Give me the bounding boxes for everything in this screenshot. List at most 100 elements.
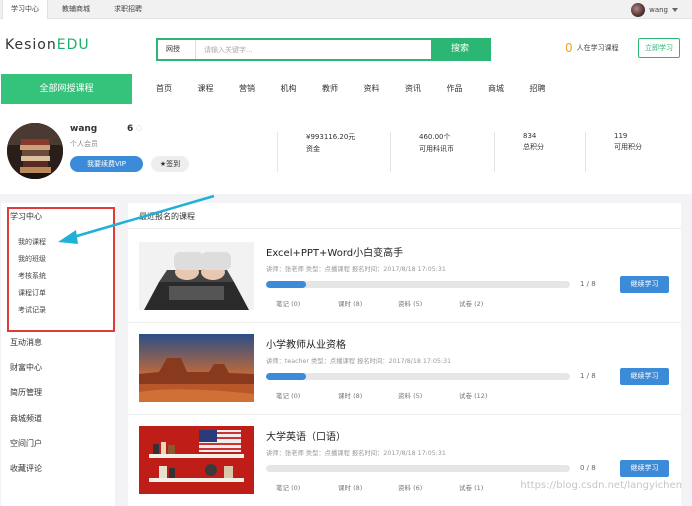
search-bar: 网授 搜索 xyxy=(156,38,491,61)
logo-text-a: Kesion xyxy=(5,37,57,53)
sidebar-item-resume[interactable]: 简历管理 xyxy=(10,387,42,398)
nav-item-mall[interactable]: 商城 xyxy=(488,74,530,104)
nav-item-news[interactable]: 资讯 xyxy=(405,74,447,104)
tab-jobs[interactable]: 求职招聘 xyxy=(106,0,150,19)
nav-item-teachers[interactable]: 教师 xyxy=(322,74,364,104)
profile-number: 6 xyxy=(127,124,134,134)
course-meta: 讲师：张老师 类型：点播课程 报名时间：2017/8/18 17:05:31 xyxy=(266,266,446,273)
course-item: Excel+PPT+Word小白变高手 讲师：张老师 类型：点播课程 报名时间：… xyxy=(128,231,681,323)
stat-label: 资金 xyxy=(306,145,320,153)
stat-usable-points: 119 可用积分 xyxy=(585,132,642,172)
nav-item-materials[interactable]: 资料 xyxy=(364,74,406,104)
course-links: 笔记 (0) 课时 (8) 资料 (5) 试卷 (12) xyxy=(276,390,487,400)
course-title[interactable]: 小学教师从业资格 xyxy=(266,336,346,351)
learn-now-button[interactable]: 立即学习 xyxy=(638,38,680,58)
course-image-desert xyxy=(139,334,254,402)
course-thumbnail[interactable] xyxy=(139,242,254,310)
lessons-link[interactable]: 课时 (8) xyxy=(338,482,398,492)
course-links: 笔记 (0) 课时 (8) 资料 (6) 试卷 (1) xyxy=(276,482,483,492)
annotation-highlight-box xyxy=(7,207,115,332)
sidebar-item-messages[interactable]: 互动消息 xyxy=(10,337,42,348)
stat-value: 119 xyxy=(614,132,628,140)
user-menu[interactable]: wang xyxy=(631,2,678,17)
course-thumbnail[interactable] xyxy=(139,426,254,494)
stat-label: 总积分 xyxy=(523,143,544,151)
course-title[interactable]: 大学英语（口语） xyxy=(266,428,346,443)
search-button[interactable]: 搜索 xyxy=(431,40,489,59)
stat-value: 834 xyxy=(523,132,537,140)
stat-value: ¥993116.20元 xyxy=(306,133,356,141)
tab-learning-center[interactable]: 学习中心 xyxy=(2,0,48,19)
nav-item-marketing[interactable]: 营销 xyxy=(239,74,281,104)
course-links: 笔记 (0) 课时 (8) 资料 (5) 试卷 (2) xyxy=(276,298,483,308)
sidebar-item-favorites[interactable]: 收藏评论 xyxy=(10,463,42,474)
site-logo[interactable]: KesionEDU xyxy=(5,37,90,53)
tab-bookstore[interactable]: 教辅商城 xyxy=(54,0,98,19)
learning-counter: 0 人在学习课程 xyxy=(565,41,619,55)
user-name: wang xyxy=(649,5,668,14)
progress-fraction: 0 / 8 xyxy=(580,464,596,472)
panel-title: 最近报名的课程 xyxy=(139,212,195,221)
stat-funds: ¥993116.20元 资金 xyxy=(277,132,355,172)
sidebar-item-wealth[interactable]: 财富中心 xyxy=(10,362,42,373)
search-input[interactable] xyxy=(196,40,431,59)
logo-text-b: EDU xyxy=(56,37,90,53)
course-thumbnail[interactable] xyxy=(139,334,254,402)
stat-total-points: 834 总积分 xyxy=(494,132,544,172)
main-nav: 首页 课程 营销 机构 教师 资料 资讯 作品 商城 招聘 xyxy=(156,74,571,104)
course-image-laptop xyxy=(139,242,254,310)
notes-link[interactable]: 笔记 (0) xyxy=(276,482,338,492)
profile-panel: wang 个人会员 6 ◌ 我要续费VIP ★签到 ¥993116.20元 资金… xyxy=(0,112,692,194)
materials-link[interactable]: 资料 (5) xyxy=(398,390,459,400)
top-bar: 学习中心 教辅商城 求职招聘 wang xyxy=(0,0,692,19)
stat-value: 460.00个 xyxy=(419,133,451,141)
vip-renew-button[interactable]: 我要续费VIP xyxy=(70,156,143,172)
materials-link[interactable]: 资料 (6) xyxy=(398,482,459,492)
watermark: https://blog.csdn.net/langyichen xyxy=(520,480,682,491)
search-scope-select[interactable]: 网授 xyxy=(158,40,196,59)
papers-link[interactable]: 试卷 (1) xyxy=(459,482,483,492)
notes-link[interactable]: 笔记 (0) xyxy=(276,298,338,308)
materials-link[interactable]: 资料 (5) xyxy=(398,298,459,308)
course-meta: 讲师：张老师 类型：点播课程 报名时间：2017/8/18 17:05:31 xyxy=(266,450,446,457)
continue-learning-button[interactable]: 继续学习 xyxy=(620,368,669,385)
course-title[interactable]: Excel+PPT+Word小白变高手 xyxy=(266,244,403,259)
course-item: 大学英语（口语） 讲师：张老师 类型：点播课程 报名时间：2017/8/18 1… xyxy=(128,415,681,506)
progress-fill xyxy=(266,373,306,380)
all-courses-button[interactable]: 全部网授课程 xyxy=(1,74,132,104)
stat-coins: 460.00个 可用科讯币 xyxy=(390,132,454,172)
progress-fill xyxy=(266,281,306,288)
course-meta: 讲师：teacher 类型：点播课程 报名时间：2017/8/18 17:05:… xyxy=(266,358,452,365)
nav-item-works[interactable]: 作品 xyxy=(447,74,489,104)
course-image-bookshelf xyxy=(139,426,254,494)
stat-label: 可用科讯币 xyxy=(419,145,454,153)
sidebar-item-space[interactable]: 空间门户 xyxy=(10,438,42,449)
notes-link[interactable]: 笔记 (0) xyxy=(276,390,338,400)
progress-bar xyxy=(266,465,570,472)
progress-bar xyxy=(266,281,570,288)
recent-courses-panel: 最近报名的课程 Excel+PPT+Word小白变高手 讲师：张老师 类型：点播… xyxy=(128,203,681,506)
sidebar-item-mall[interactable]: 商城频道 xyxy=(10,413,42,424)
divider xyxy=(128,228,681,229)
profile-level: 个人会员 xyxy=(70,140,98,148)
profile-name: wang xyxy=(70,124,98,134)
sign-in-button[interactable]: ★签到 xyxy=(151,156,189,172)
course-item: 小学教师从业资格 讲师：teacher 类型：点播课程 报名时间：2017/8/… xyxy=(128,323,681,415)
nav-item-courses[interactable]: 课程 xyxy=(198,74,240,104)
learning-text: 人在学习课程 xyxy=(576,44,619,52)
continue-learning-button[interactable]: 继续学习 xyxy=(620,460,669,477)
avatar-image xyxy=(7,123,63,179)
nav-item-home[interactable]: 首页 xyxy=(156,74,198,104)
progress-fraction: 1 / 8 xyxy=(580,280,596,288)
nav-item-recruit[interactable]: 招聘 xyxy=(530,74,572,104)
continue-learning-button[interactable]: 继续学习 xyxy=(620,276,669,293)
message-bubble-icon[interactable]: ◌ xyxy=(136,124,142,132)
progress-fraction: 1 / 8 xyxy=(580,372,596,380)
lessons-link[interactable]: 课时 (8) xyxy=(338,298,398,308)
papers-link[interactable]: 试卷 (12) xyxy=(459,390,487,400)
profile-avatar[interactable] xyxy=(7,123,63,179)
nav-item-institutions[interactable]: 机构 xyxy=(281,74,323,104)
stat-label: 可用积分 xyxy=(614,143,642,151)
papers-link[interactable]: 试卷 (2) xyxy=(459,298,483,308)
lessons-link[interactable]: 课时 (8) xyxy=(338,390,398,400)
